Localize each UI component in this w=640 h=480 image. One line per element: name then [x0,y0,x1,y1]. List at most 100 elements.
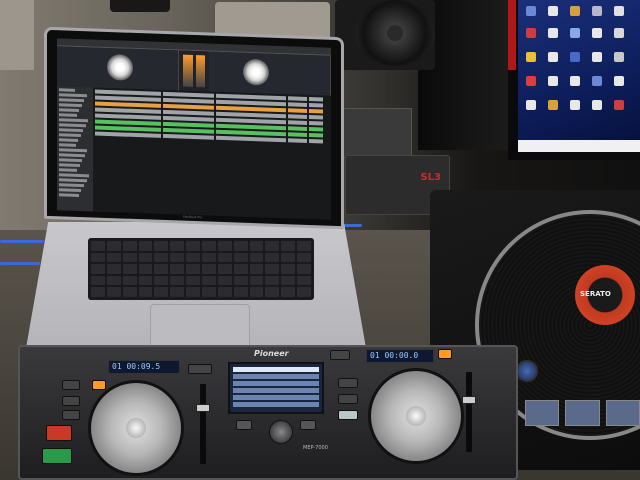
keyboard-key[interactable] [281,275,296,286]
crate-item[interactable] [59,143,76,147]
keyboard-key[interactable] [281,252,296,263]
virtual-platter-right[interactable] [243,58,269,86]
cue-button[interactable] [46,425,72,441]
keyboard-key[interactable] [297,264,311,274]
keyboard-key[interactable] [170,241,185,251]
crate-list[interactable] [57,86,93,212]
keyboard-key[interactable] [122,264,137,274]
keyboard-key[interactable] [91,287,105,297]
keyboard-key[interactable] [265,264,280,274]
keyboard-key[interactable] [186,287,200,297]
keyboard-key[interactable] [265,275,280,286]
keyboard-key[interactable] [249,252,264,263]
crate-item[interactable] [59,113,77,117]
keyboard-key[interactable] [91,252,105,263]
keyboard-key[interactable] [297,275,311,286]
crate-item[interactable] [59,138,79,142]
crate-item[interactable] [59,178,87,183]
keyboard-key[interactable] [217,241,232,251]
keyboard-key[interactable] [186,252,200,263]
turntable-button[interactable] [605,400,640,426]
crate-item[interactable] [59,88,75,92]
controller-button[interactable] [62,380,80,390]
keyboard-key[interactable] [281,264,296,274]
track-list[interactable] [93,87,331,220]
tempo-fader[interactable] [196,404,210,412]
keyboard-key[interactable] [170,252,185,263]
keyboard-key[interactable] [154,252,169,263]
crate-item[interactable] [59,158,83,163]
crate-item[interactable] [59,173,90,178]
keyboard-key[interactable] [170,275,185,286]
controller-button[interactable] [338,378,358,388]
keyboard-key[interactable] [249,264,264,274]
keyboard-key[interactable] [249,287,264,297]
keyboard-key[interactable] [138,252,153,263]
keyboard-key[interactable] [249,275,264,286]
keyboard-key[interactable] [154,241,169,251]
keyboard-key[interactable] [122,252,137,263]
turntable-button[interactable] [565,400,600,426]
keyboard-key[interactable] [138,241,153,251]
keyboard-key[interactable] [201,287,216,297]
keyboard-key[interactable] [281,287,296,297]
crate-item[interactable] [59,163,80,168]
crate-item[interactable] [59,118,89,123]
crate-item[interactable] [59,108,80,112]
keyboard-key[interactable] [91,264,105,274]
controller-button[interactable] [62,410,80,420]
crate-item[interactable] [59,168,78,172]
crate-item[interactable] [59,123,86,128]
crate-item[interactable] [59,188,82,193]
keyboard-key[interactable] [201,252,216,263]
turntable-knob[interactable] [516,360,538,382]
keyboard-key[interactable] [297,252,311,263]
keyboard-key[interactable] [170,287,185,297]
keyboard-key[interactable] [217,252,232,263]
keyboard-key[interactable] [186,264,200,274]
keyboard-key[interactable] [265,241,280,251]
keyboard-key[interactable] [281,241,296,251]
keyboard-key[interactable] [138,264,153,274]
keyboard-key[interactable] [106,275,121,286]
keyboard-key[interactable] [106,252,121,263]
keyboard-key[interactable] [233,252,248,263]
controller-button[interactable] [300,420,316,430]
keyboard-key[interactable] [265,252,280,263]
keyboard-key[interactable] [154,275,169,286]
keyboard-key[interactable] [122,275,137,286]
keyboard-key[interactable] [233,241,248,251]
hot-cue-button[interactable] [92,380,106,390]
tempo-fader[interactable] [462,396,476,404]
crate-item[interactable] [59,93,87,98]
keyboard-key[interactable] [265,287,280,297]
controller-button[interactable] [188,364,212,374]
crate-item[interactable] [59,98,85,103]
keyboard-key[interactable] [297,241,311,251]
crate-item[interactable] [59,133,81,138]
keyboard-key[interactable] [138,287,153,297]
keyboard-key[interactable] [122,287,137,297]
controller-button[interactable] [236,420,252,430]
keyboard-key[interactable] [233,264,248,274]
keyboard-key[interactable] [249,241,264,251]
controller-button[interactable] [62,396,80,406]
browse-knob[interactable] [269,420,293,444]
keyboard-key[interactable] [138,275,153,286]
crate-item[interactable] [59,193,79,197]
keyboard-key[interactable] [154,264,169,274]
crate-item[interactable] [59,153,85,158]
virtual-platter-left[interactable] [107,53,133,81]
controller-button[interactable] [338,394,358,404]
keyboard-key[interactable] [170,264,185,274]
controller-button[interactable] [338,410,358,420]
crate-item[interactable] [59,148,88,153]
keyboard-key[interactable] [91,275,105,286]
keyboard-key[interactable] [186,241,200,251]
keyboard-key[interactable] [233,287,248,297]
keyboard-key[interactable] [201,241,216,251]
laptop-trackpad[interactable] [150,304,250,350]
keyboard-key[interactable] [122,241,137,251]
keyboard-key[interactable] [217,275,232,286]
keyboard-key[interactable] [217,264,232,274]
